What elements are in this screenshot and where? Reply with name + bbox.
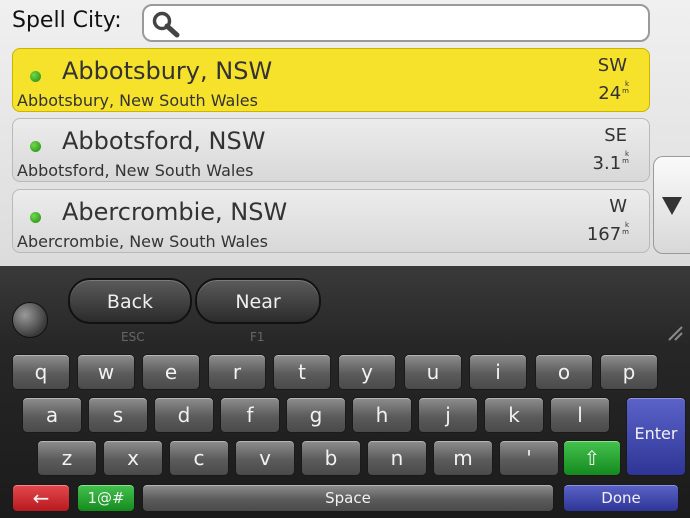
shift-key[interactable]: ⇧	[563, 440, 621, 476]
resize-grip-icon[interactable]	[666, 324, 684, 342]
key-p[interactable]: p	[600, 354, 658, 390]
key-g[interactable]: g	[286, 397, 346, 433]
result-direction: SE	[604, 125, 627, 146]
result-distance: 3.1 k m	[592, 150, 629, 175]
key-o[interactable]: o	[535, 354, 593, 390]
key-h[interactable]: h	[352, 397, 412, 433]
result-name: Abercrombie, NSW	[62, 198, 288, 226]
key-t[interactable]: t	[273, 354, 331, 390]
result-direction: W	[609, 196, 627, 217]
result-distance: 24 k m	[598, 80, 629, 105]
key-k[interactable]: k	[484, 397, 544, 433]
distance-unit: km	[622, 80, 629, 95]
result-name: Abbotsbury, NSW	[62, 57, 273, 85]
key-z[interactable]: z	[37, 440, 97, 476]
distance-unit: km	[622, 221, 629, 236]
softkey-bar: Back Near ESC F1	[0, 266, 690, 348]
status-dot-icon	[30, 141, 41, 152]
search-icon	[152, 11, 180, 38]
result-full-name: Abbotsford, New South Wales	[17, 161, 254, 180]
key-j[interactable]: j	[418, 397, 478, 433]
city-search-screen: Spell City: Abbotsbury, NSW Abbotsbury, …	[0, 0, 690, 266]
result-full-name: Abbotsbury, New South Wales	[17, 91, 258, 110]
symbols-key[interactable]: 1@#	[77, 484, 135, 512]
result-distance: 167 k m	[586, 221, 629, 246]
key-w[interactable]: w	[77, 354, 135, 390]
back-shortcut-hint: ESC	[121, 330, 145, 344]
key-s[interactable]: s	[88, 397, 148, 433]
key-d[interactable]: d	[154, 397, 214, 433]
near-shortcut-hint: F1	[250, 330, 265, 344]
result-name: Abbotsford, NSW	[62, 127, 266, 155]
key-n[interactable]: n	[367, 440, 427, 476]
key-b[interactable]: b	[301, 440, 361, 476]
key-r[interactable]: r	[208, 354, 266, 390]
key-f[interactable]: f	[220, 397, 280, 433]
key-c[interactable]: c	[169, 440, 229, 476]
key-x[interactable]: x	[103, 440, 163, 476]
key-e[interactable]: e	[142, 354, 200, 390]
near-button[interactable]: Near	[195, 278, 321, 324]
distance-unit: km	[622, 150, 629, 165]
result-direction: SW	[597, 55, 627, 76]
status-dot-icon	[30, 212, 41, 223]
scroll-down-arrow-icon	[662, 197, 682, 215]
space-key[interactable]: Space	[142, 484, 554, 512]
key-m[interactable]: m	[433, 440, 493, 476]
result-item-abercrombie[interactable]: Abercrombie, NSW Abercrombie, New South …	[12, 189, 650, 253]
status-dot-icon	[30, 71, 41, 82]
key-i[interactable]: i	[469, 354, 527, 390]
result-full-name: Abercrombie, New South Wales	[17, 232, 268, 251]
search-label: Spell City:	[12, 8, 122, 33]
trackball-icon[interactable]	[12, 302, 48, 338]
search-input[interactable]	[142, 4, 650, 42]
key-apostrophe[interactable]: '	[499, 440, 559, 476]
result-item-abbotsbury[interactable]: Abbotsbury, NSW Abbotsbury, New South Wa…	[12, 48, 650, 112]
key-a[interactable]: a	[22, 397, 82, 433]
backspace-key[interactable]: ←	[12, 484, 70, 512]
back-button[interactable]: Back	[68, 278, 192, 324]
scroll-down-button[interactable]	[653, 156, 690, 254]
key-l[interactable]: l	[550, 397, 610, 433]
virtual-keyboard: Back Near ESC F1 q w e r t y u i o p a s…	[0, 266, 690, 518]
enter-key[interactable]: Enter	[626, 397, 686, 476]
done-key[interactable]: Done	[563, 484, 679, 512]
key-v[interactable]: v	[235, 440, 295, 476]
search-row: Spell City:	[0, 0, 690, 46]
key-y[interactable]: y	[338, 354, 396, 390]
result-item-abbotsford[interactable]: Abbotsford, NSW Abbotsford, New South Wa…	[12, 118, 650, 182]
key-q[interactable]: q	[12, 354, 70, 390]
key-u[interactable]: u	[404, 354, 462, 390]
